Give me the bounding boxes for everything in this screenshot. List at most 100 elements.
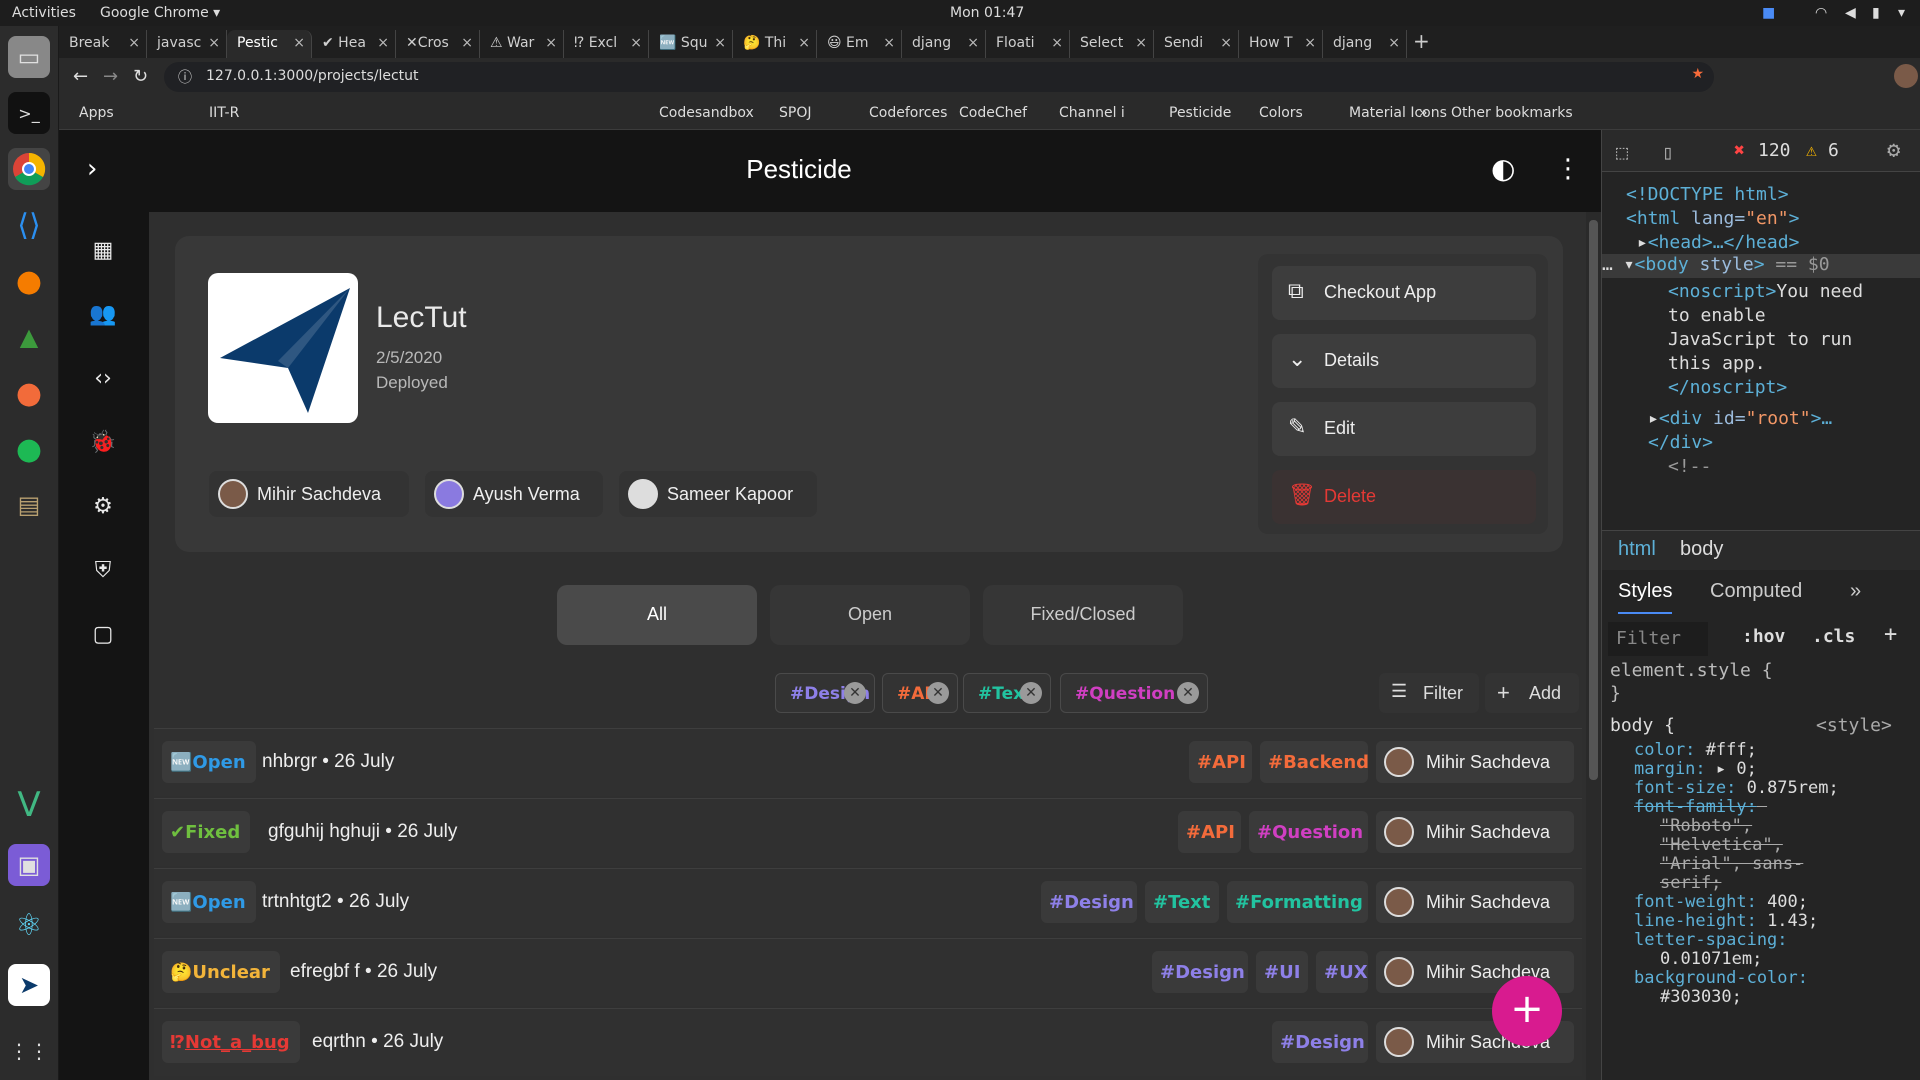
issue-row[interactable]: 🆕Open trtnhtgt2 • 26 July #Formatting #Text… bbox=[154, 868, 1582, 936]
browser-tab[interactable]: djang × bbox=[902, 30, 986, 58]
remove-tag-icon[interactable]: ✕ bbox=[927, 682, 949, 704]
issue-row[interactable]: ⁉Not_a_bug eqrthn • 26 July #Design Mihir S… bbox=[154, 1008, 1582, 1076]
tab-more[interactable]: » bbox=[1850, 570, 1861, 614]
hov-toggle[interactable]: :hov bbox=[1742, 626, 1785, 647]
issue-tag[interactable]: #Design bbox=[1041, 881, 1137, 923]
close-tab-icon[interactable]: × bbox=[1220, 35, 1232, 51]
issue-title[interactable]: eqrthn • 26 July bbox=[312, 1031, 443, 1053]
settings-icon[interactable]: ⚙ bbox=[87, 494, 119, 526]
browser-tab[interactable]: Sendi × bbox=[1154, 30, 1239, 58]
issue-row[interactable]: 🆕Open nhbrgr • 26 July #Backend #API Mihir S… bbox=[154, 728, 1582, 796]
filter-all-tab[interactable]: All bbox=[557, 585, 757, 645]
app-menu[interactable]: Google Chrome ▾ bbox=[100, 5, 220, 21]
bookmark-item[interactable]: » bbox=[1419, 105, 1428, 121]
bookmark-item[interactable]: Material Icons bbox=[1349, 105, 1447, 121]
reload-icon[interactable]: ↻ bbox=[133, 66, 148, 87]
tag-chip[interactable]: #Text ✕ bbox=[963, 673, 1051, 713]
terminal-icon[interactable]: >_ bbox=[8, 92, 50, 134]
show-apps-icon[interactable]: ⋮⋮ bbox=[8, 1030, 50, 1072]
warning-icon[interactable]: ⚠ bbox=[1806, 140, 1817, 161]
close-tab-icon[interactable]: × bbox=[293, 35, 305, 51]
react-icon[interactable]: ⚛ bbox=[8, 904, 50, 946]
shield-icon[interactable]: ⛨ bbox=[87, 558, 119, 590]
postman-icon[interactable]: ● bbox=[8, 372, 50, 414]
close-tab-icon[interactable]: × bbox=[1051, 35, 1063, 51]
activities-button[interactable]: Activities bbox=[12, 5, 76, 21]
browser-tab[interactable]: ✔ Hea × bbox=[312, 30, 396, 58]
browser-tab[interactable]: 😃 Em × bbox=[817, 30, 902, 58]
vscode-icon[interactable]: ⟨⟩ bbox=[8, 204, 50, 246]
back-icon[interactable]: ← bbox=[73, 66, 88, 87]
close-tab-icon[interactable]: × bbox=[461, 35, 473, 51]
bookmark-item[interactable]: Channel i bbox=[1059, 105, 1125, 121]
clock[interactable]: Mon 01:47 bbox=[950, 5, 1024, 21]
dom-line[interactable]: <!DOCTYPE html> bbox=[1626, 184, 1789, 205]
theme-toggle-icon[interactable]: ◐ bbox=[1491, 152, 1515, 185]
css-declaration[interactable]: "Arial", sans- bbox=[1660, 854, 1803, 874]
files-icon[interactable]: ▭ bbox=[8, 36, 50, 78]
edit-button[interactable]: ✎ Edit bbox=[1272, 402, 1536, 456]
volume-icon[interactable]: ◀ bbox=[1845, 5, 1856, 21]
body-rule-selector[interactable]: body { bbox=[1610, 715, 1675, 736]
add-button[interactable]: + Add bbox=[1485, 673, 1579, 713]
close-tab-icon[interactable]: × bbox=[883, 35, 895, 51]
dom-line[interactable]: ▸<div id="root">… bbox=[1648, 408, 1832, 429]
checkout-app-button[interactable]: ⧉ Checkout App bbox=[1272, 266, 1536, 320]
code-icon[interactable]: ‹› bbox=[87, 366, 119, 398]
details-button[interactable]: ⌄ Details bbox=[1272, 334, 1536, 388]
issue-tag[interactable]: #API bbox=[1178, 811, 1241, 853]
add-issue-fab[interactable]: + bbox=[1492, 976, 1562, 1046]
filter-open-tab[interactable]: Open bbox=[770, 585, 970, 645]
assignee-chip[interactable]: Mihir Sachdeva bbox=[1376, 811, 1574, 853]
vue-icon[interactable]: V bbox=[8, 784, 50, 826]
issue-tag[interactable]: #Question bbox=[1249, 811, 1368, 853]
people-icon[interactable]: 👥 bbox=[87, 302, 119, 334]
issue-title[interactable]: gfguhij hghuji • 26 July bbox=[268, 821, 457, 843]
cls-toggle[interactable]: .cls bbox=[1812, 626, 1855, 647]
browser-tab[interactable]: Select × bbox=[1070, 30, 1154, 58]
status-badge[interactable]: 🤔Unclear bbox=[162, 951, 280, 993]
issue-title[interactable]: efregbf f • 26 July bbox=[290, 961, 437, 983]
power-menu-icon[interactable]: ▾ bbox=[1898, 5, 1905, 21]
spotify-icon[interactable]: ● bbox=[8, 428, 50, 470]
remove-tag-icon[interactable]: ✕ bbox=[1020, 682, 1042, 704]
css-declaration[interactable]: "Helvetica", bbox=[1660, 835, 1783, 855]
devtools-settings-icon[interactable]: ⚙ bbox=[1887, 138, 1900, 163]
bug-icon[interactable]: 🐞 bbox=[87, 430, 119, 462]
dom-line[interactable]: <html lang="en"> bbox=[1626, 208, 1799, 229]
assignee-chip[interactable]: Mihir Sachdeva bbox=[1376, 741, 1574, 783]
dom-line-selected[interactable]: … ▾<body style> == $0 bbox=[1602, 254, 1920, 278]
css-declaration[interactable]: 0.01071em; bbox=[1660, 949, 1762, 969]
remove-tag-icon[interactable]: ✕ bbox=[844, 682, 866, 704]
browser-tab[interactable]: ⁉ Excl × bbox=[564, 30, 649, 58]
remove-tag-icon[interactable]: ✕ bbox=[1177, 682, 1199, 704]
css-declaration[interactable]: font-family: bbox=[1634, 797, 1767, 817]
bookmark-item[interactable]: Apps bbox=[79, 105, 114, 121]
close-tab-icon[interactable]: × bbox=[630, 35, 642, 51]
zoom-icon[interactable]: ■ bbox=[1762, 5, 1775, 21]
inspect-icon[interactable]: ⬚ bbox=[1616, 140, 1628, 164]
chrome-icon[interactable] bbox=[8, 148, 50, 190]
dom-line[interactable]: <!-- bbox=[1668, 456, 1711, 477]
close-tab-icon[interactable]: × bbox=[1304, 35, 1316, 51]
tab-styles[interactable]: Styles bbox=[1618, 570, 1673, 614]
issue-title[interactable]: trtnhtgt2 • 26 July bbox=[262, 891, 409, 913]
close-tab-icon[interactable]: × bbox=[1135, 35, 1147, 51]
issue-row[interactable]: ✔Fixed gfguhij hghuji • 26 July #Question #… bbox=[154, 798, 1582, 866]
css-declaration[interactable]: font-size: 0.875rem; bbox=[1634, 778, 1839, 798]
android-studio-icon[interactable]: ▲ bbox=[8, 316, 50, 358]
status-badge[interactable]: ⁉Not_a_bug bbox=[162, 1021, 300, 1063]
bookmark-item[interactable]: Codeforces bbox=[869, 105, 947, 121]
device-toggle-icon[interactable]: ▯ bbox=[1662, 140, 1674, 164]
bookmark-item[interactable]: IIT-R bbox=[209, 105, 239, 121]
browser-tab[interactable]: ✕Cros × bbox=[396, 30, 480, 58]
profile-avatar[interactable] bbox=[1894, 64, 1918, 88]
css-declaration[interactable]: letter-spacing: bbox=[1634, 930, 1798, 950]
close-tab-icon[interactable]: × bbox=[377, 35, 389, 51]
error-icon[interactable]: ✖ bbox=[1734, 140, 1745, 161]
css-declaration[interactable]: background-color: bbox=[1634, 968, 1818, 988]
address-bar[interactable]: ⓘ 127.0.0.1:3000/projects/lectut ★ bbox=[164, 62, 1714, 92]
css-declaration[interactable]: font-weight: 400; bbox=[1634, 892, 1808, 912]
issue-tag[interactable]: #Backend bbox=[1260, 741, 1369, 783]
tag-chip[interactable]: #Question ✕ bbox=[1060, 673, 1208, 713]
